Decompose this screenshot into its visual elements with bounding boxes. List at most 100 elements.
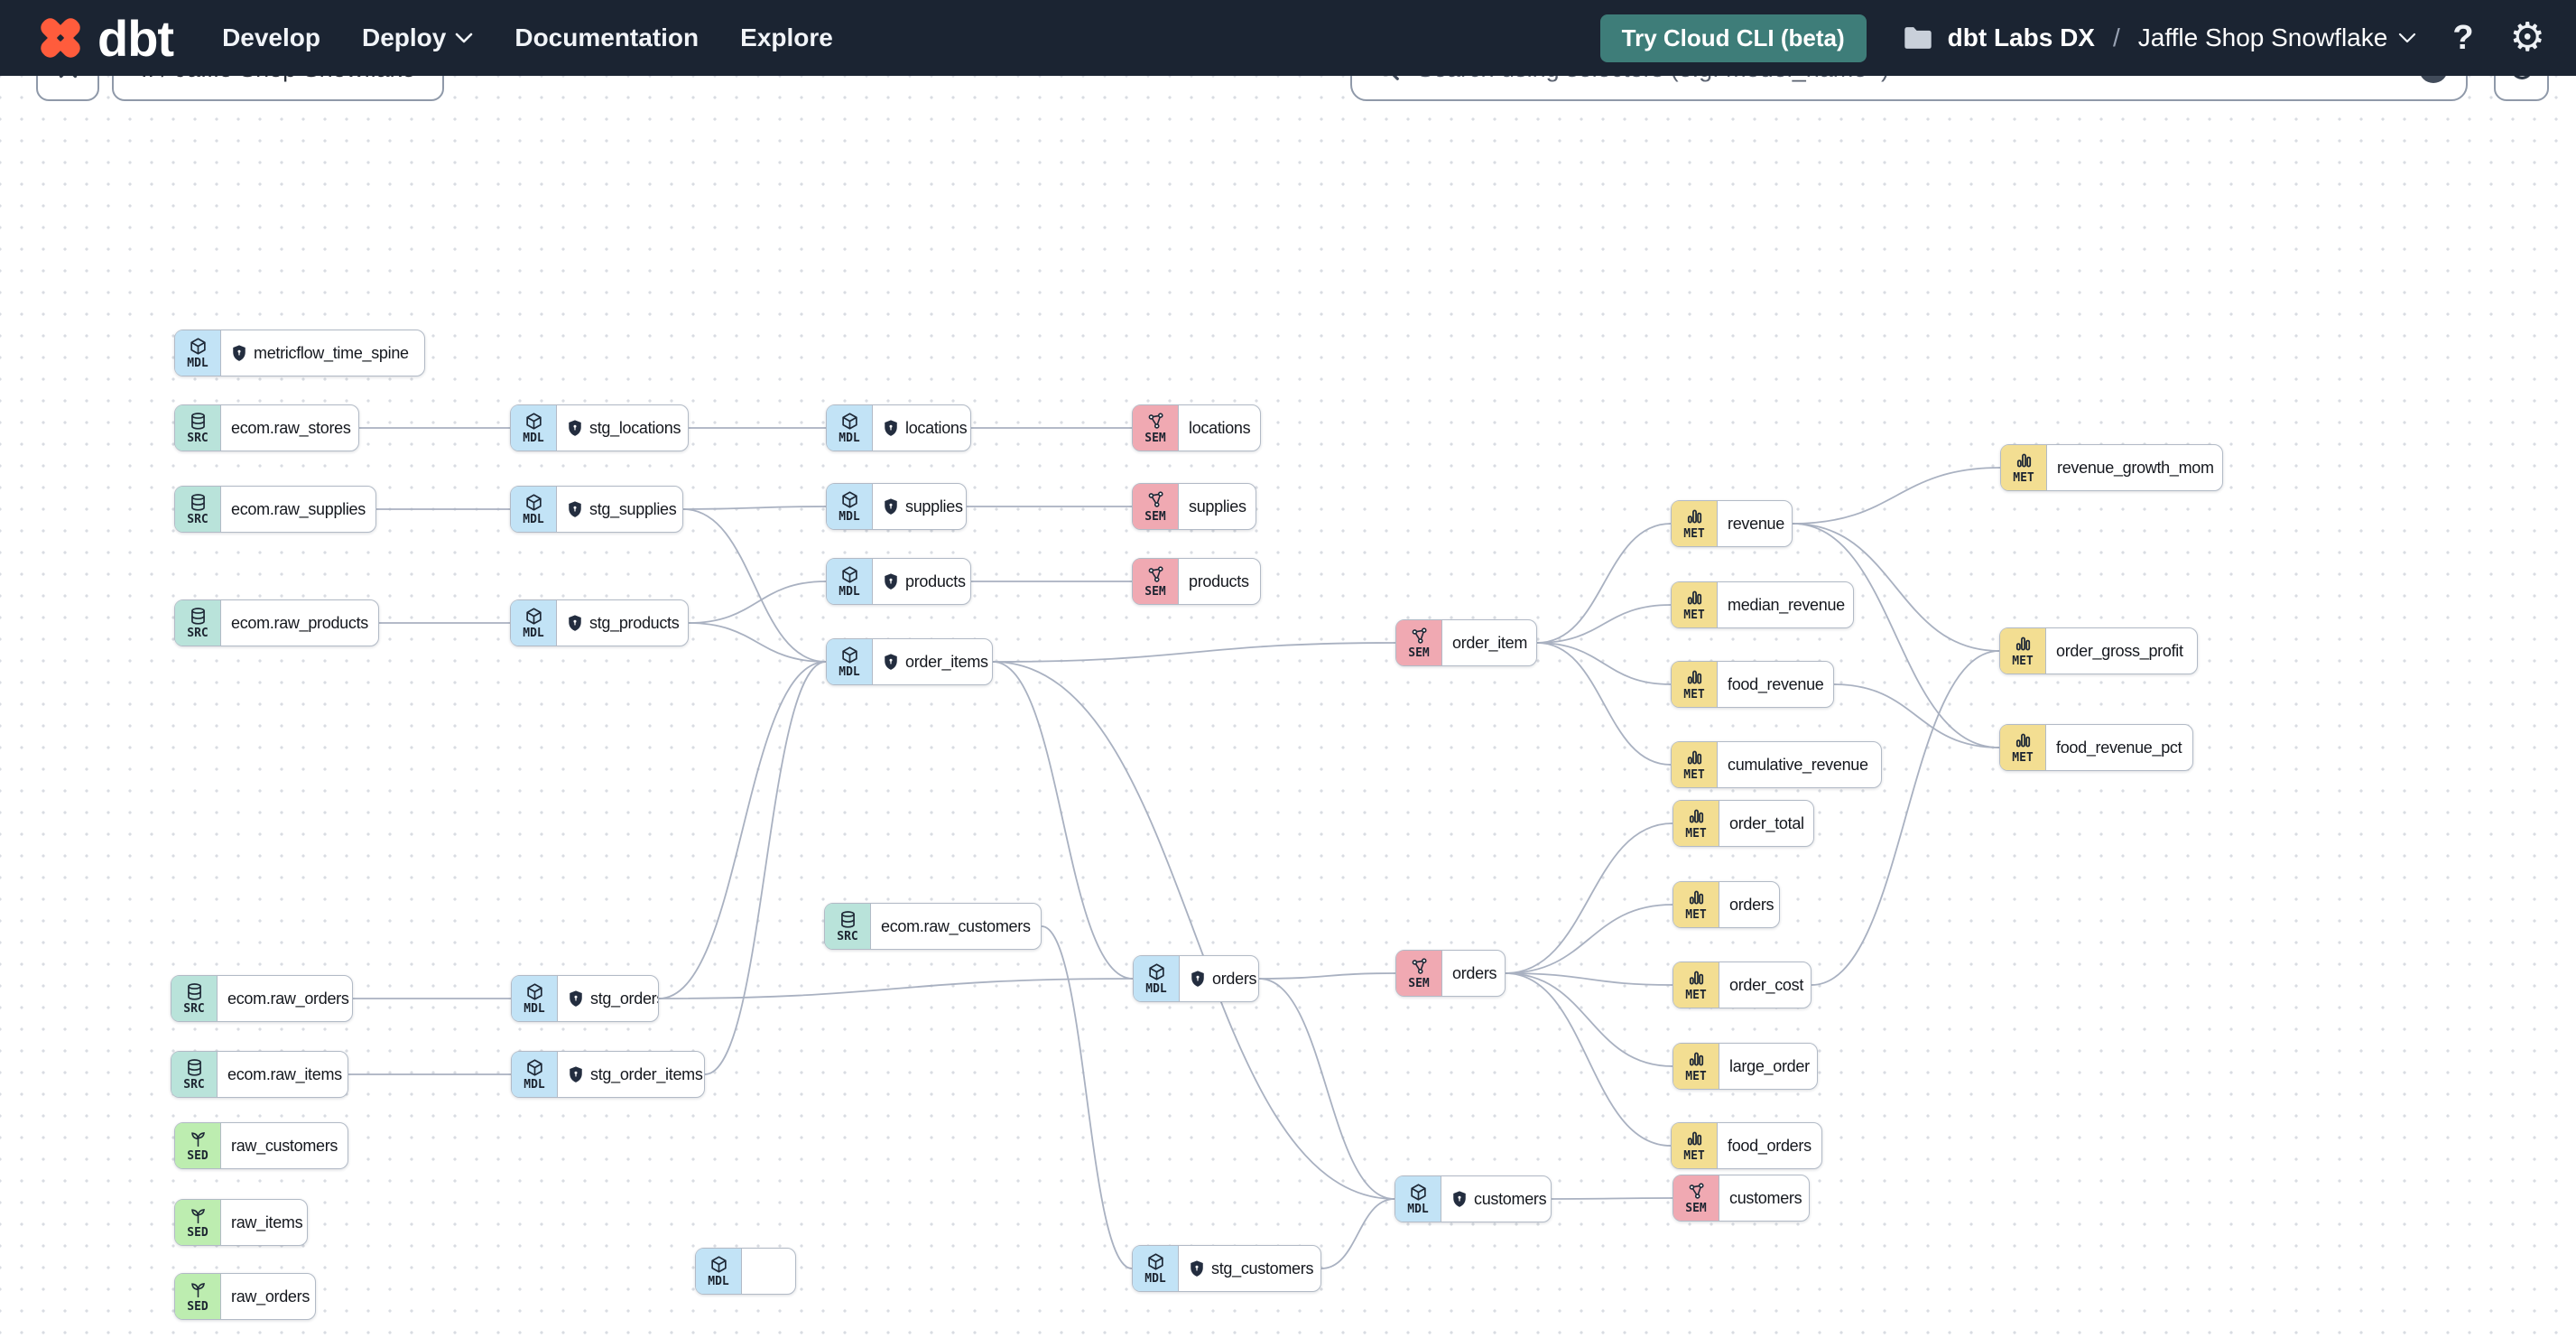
source-database-icon: SRC xyxy=(175,405,221,451)
protected-shield-icon xyxy=(1453,1191,1466,1207)
node-sem_orders[interactable]: SEM orders xyxy=(1395,950,1506,997)
model-cube-icon: MDL xyxy=(511,487,557,532)
protected-shield-icon xyxy=(885,654,897,670)
node-type-badge: SRC xyxy=(187,512,208,526)
account-project-switcher[interactable]: dbt Labs DX / Jaffle Shop Snowflake xyxy=(1903,23,2417,52)
node-type-badge: MET xyxy=(1683,1148,1705,1163)
node-type-badge: SED xyxy=(187,1225,208,1240)
node-mdl_stg_orders[interactable]: MDL stg_orders xyxy=(511,975,659,1022)
node-sem_products[interactable]: SEM products xyxy=(1132,558,1261,605)
nav-item-documentation[interactable]: Documentation xyxy=(514,23,699,52)
node-src_raw_stores[interactable]: SRC ecom.raw_stores xyxy=(174,404,359,451)
source-database-icon: SRC xyxy=(171,976,218,1021)
node-met_food_revenue_pct[interactable]: MET food_revenue_pct xyxy=(1999,724,2193,771)
node-mdl_stg_locations[interactable]: MDL stg_locations xyxy=(510,404,689,451)
gear-icon[interactable]: ⚙ xyxy=(2510,18,2545,58)
dbt-logo[interactable]: dbt xyxy=(36,9,174,68)
chevron-down-icon xyxy=(456,33,473,43)
node-sed_raw_orders[interactable]: SED raw_orders xyxy=(174,1273,316,1320)
node-sem_order_item[interactable]: SEM order_item xyxy=(1395,619,1537,666)
node-type-badge: MET xyxy=(1683,526,1705,541)
help-icon[interactable]: ? xyxy=(2452,19,2473,58)
node-met_revenue_growth_mom[interactable]: MET revenue_growth_mom xyxy=(2000,444,2223,491)
node-body: ecom.raw_items xyxy=(218,1052,347,1097)
node-type-badge: SEM xyxy=(1408,646,1430,660)
node-mdl_order_items[interactable]: MDL order_items xyxy=(826,638,993,685)
node-mdl_stg_products[interactable]: MDL stg_products xyxy=(510,599,689,646)
node-type-badge: MDL xyxy=(523,431,544,445)
node-sed_raw_items[interactable]: SED raw_items xyxy=(174,1199,308,1246)
node-src_raw_orders[interactable]: SRC ecom.raw_orders xyxy=(171,975,353,1022)
node-sem_locations[interactable]: SEM locations xyxy=(1132,404,1261,451)
nav-item-develop[interactable]: Develop xyxy=(222,23,320,52)
edge-sem_order_item-to-met_revenue xyxy=(1536,523,1672,644)
edge-mdl_stg_products-to-mdl_products xyxy=(688,581,827,624)
node-label: order_total xyxy=(1729,813,1804,832)
protected-shield-icon xyxy=(569,615,581,631)
node-body: stg_orders xyxy=(558,976,658,1021)
metric-bars-icon: MET xyxy=(2000,628,2046,674)
protected-shield-icon xyxy=(1191,971,1204,987)
metric-bars-icon: MET xyxy=(1673,1044,1719,1089)
node-src_raw_products[interactable]: SRC ecom.raw_products xyxy=(174,599,379,646)
node-met_food_orders[interactable]: MET food_orders xyxy=(1671,1122,1822,1169)
node-mdl_stg_order_items[interactable]: MDL stg_order_items xyxy=(511,1051,705,1098)
node-mdl_stg_supplies[interactable]: MDL stg_supplies xyxy=(510,486,683,533)
lineage-canvas[interactable]: MDL metricflow_time_spine SRC ecom.raw_stor… xyxy=(0,76,2576,1338)
node-src_raw_items[interactable]: SRC ecom.raw_items xyxy=(171,1051,348,1098)
node-body: customers xyxy=(1441,1176,1551,1222)
node-label: median_revenue xyxy=(1728,595,1845,614)
node-body: ecom.raw_stores xyxy=(221,405,358,451)
node-sed_raw_customers[interactable]: SED raw_customers xyxy=(174,1122,348,1169)
node-label: food_revenue_pct xyxy=(2056,738,2182,757)
model-cube-icon: MDL xyxy=(827,639,873,684)
node-mdl_customers[interactable]: MDL customers xyxy=(1395,1175,1552,1222)
node-type-badge: SRC xyxy=(183,1077,205,1092)
try-cloud-cli-button[interactable]: Try Cloud CLI (beta) xyxy=(1599,14,1867,62)
node-met_order_cost[interactable]: MET order_cost xyxy=(1673,962,1812,1008)
node-label: locations xyxy=(1189,418,1251,437)
node-src_raw_customers[interactable]: SRC ecom.raw_customers xyxy=(824,903,1042,950)
node-label: orders xyxy=(1212,969,1257,988)
node-body: order_item xyxy=(1442,620,1536,665)
node-met_median_revenue[interactable]: MET median_revenue xyxy=(1671,581,1854,628)
node-met_food_revenue[interactable]: MET food_revenue xyxy=(1671,661,1834,708)
node-mdl_locations[interactable]: MDL locations xyxy=(826,404,971,451)
node-type-badge: MET xyxy=(1683,608,1705,622)
node-mdl_products[interactable]: MDL products xyxy=(826,558,971,605)
node-mdl_supplies[interactable]: MDL supplies xyxy=(826,483,967,530)
edge-sem_orders-to-met_order_total xyxy=(1505,822,1673,974)
node-mdl_partial[interactable]: MDL xyxy=(695,1248,796,1295)
model-cube-icon: MDL xyxy=(175,330,221,376)
edge-sem_order_item-to-met_median_revenue xyxy=(1536,604,1672,644)
protected-shield-icon xyxy=(885,420,897,436)
edge-mdl_stg_supplies-to-mdl_order_items xyxy=(682,508,827,663)
model-cube-icon: MDL xyxy=(512,976,558,1021)
node-body: locations xyxy=(873,405,970,451)
node-type-badge: MET xyxy=(1685,907,1707,922)
model-cube-icon: MDL xyxy=(1395,1176,1441,1222)
node-sem_supplies[interactable]: SEM supplies xyxy=(1132,483,1256,530)
node-met_large_order[interactable]: MET large_order xyxy=(1673,1043,1818,1090)
node-mdl_stg_customers[interactable]: MDL stg_customers xyxy=(1132,1245,1321,1292)
edge-mdl_order_items-to-sem_order_item xyxy=(992,642,1396,663)
node-met_revenue[interactable]: MET revenue xyxy=(1671,500,1793,547)
node-met_order_gross_profit[interactable]: MET order_gross_profit xyxy=(1999,627,2198,674)
nav-item-explore[interactable]: Explore xyxy=(740,23,833,52)
node-body: ecom.raw_products xyxy=(221,600,378,646)
node-sem_customers[interactable]: SEM customers xyxy=(1673,1175,1810,1222)
node-mdl_metricflow_time_spine[interactable]: MDL metricflow_time_spine xyxy=(174,330,425,376)
node-type-badge: SRC xyxy=(183,1001,205,1016)
node-met_cumulative_revenue[interactable]: MET cumulative_revenue xyxy=(1671,741,1882,788)
protected-shield-icon xyxy=(569,420,581,436)
node-src_raw_supplies[interactable]: SRC ecom.raw_supplies xyxy=(174,486,376,533)
edge-mdl_order_items-to-mdl_customers xyxy=(992,661,1395,1200)
seed-sprout-icon: SED xyxy=(175,1274,221,1319)
account-separator: / xyxy=(2112,23,2120,51)
nav-item-deploy[interactable]: Deploy xyxy=(362,23,473,52)
node-body xyxy=(742,1249,762,1294)
project-name[interactable]: Jaffle Shop Snowflake xyxy=(2138,23,2417,52)
node-met_orders[interactable]: MET orders xyxy=(1673,881,1780,928)
node-met_order_total[interactable]: MET order_total xyxy=(1673,800,1814,847)
node-mdl_orders[interactable]: MDL orders xyxy=(1133,955,1259,1002)
